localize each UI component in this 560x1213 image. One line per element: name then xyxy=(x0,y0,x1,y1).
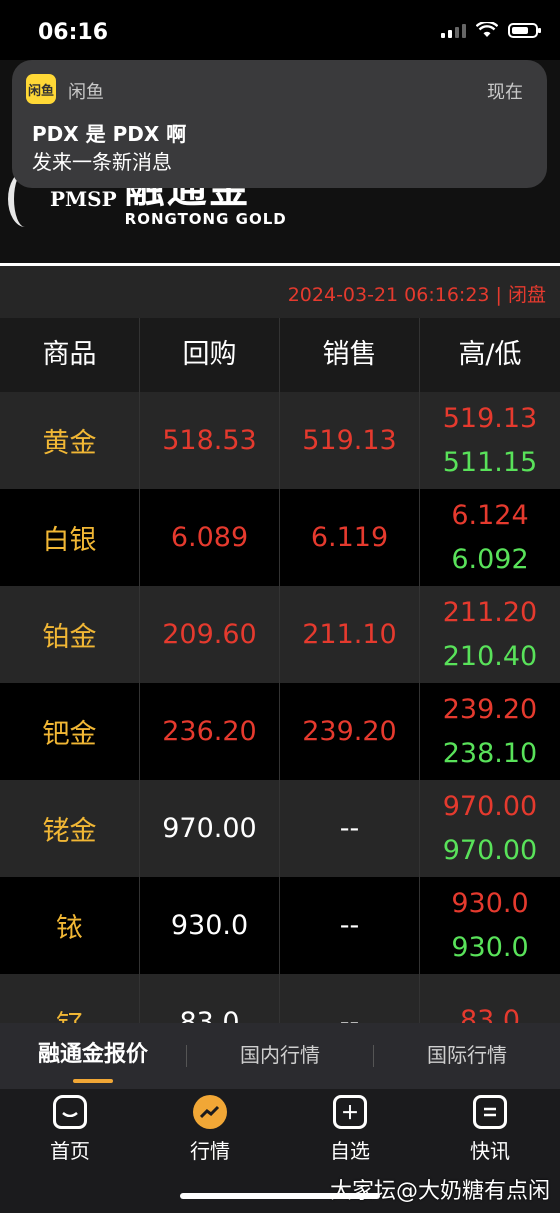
price-table-body[interactable]: 黄金 518.53 519.13 519.13 511.15 白银 6.089 6… xyxy=(0,392,560,1071)
buyback-price: 930.0 xyxy=(140,877,280,974)
sell-price: -- xyxy=(280,780,420,877)
tab-domestic-market[interactable]: 国内行情 xyxy=(187,1023,373,1089)
low-price: 511.15 xyxy=(442,446,538,478)
product-name: 铱 xyxy=(0,877,140,974)
buyback-price: 6.089 xyxy=(140,489,280,586)
low-price: 210.40 xyxy=(442,640,538,672)
table-row[interactable]: 黄金 518.53 519.13 519.13 511.15 xyxy=(0,392,560,489)
nav-home[interactable]: 首页 xyxy=(0,1089,140,1213)
header-high-low: 高/低 xyxy=(458,339,522,370)
status-icons xyxy=(441,22,541,38)
battery-icon xyxy=(508,22,541,38)
add-watchlist-icon: ＋ xyxy=(333,1095,367,1129)
notification-body: 发来一条新消息 xyxy=(32,150,172,174)
header-buyback: 回购 xyxy=(140,318,280,392)
notification-banner[interactable]: 闲鱼 闲鱼 现在 PDX 是 PDX 啊 发来一条新消息 xyxy=(12,60,547,188)
status-bar: 06:16 xyxy=(0,0,560,60)
product-name: 铑金 xyxy=(0,780,140,877)
table-row[interactable]: 铑金 970.00 -- 970.00 970.00 xyxy=(0,780,560,877)
high-price: 239.20 xyxy=(442,693,538,725)
table-row[interactable]: 白银 6.089 6.119 6.124 6.092 xyxy=(0,489,560,586)
status-time: 06:16 xyxy=(38,20,109,45)
header-sell: 销售 xyxy=(280,318,420,392)
notification-app-name: 闲鱼 xyxy=(68,82,104,103)
high-price: 211.20 xyxy=(442,596,538,628)
table-row[interactable]: 铂金 209.60 211.10 211.20 210.40 xyxy=(0,586,560,683)
notification-title: PDX 是 PDX 啊 xyxy=(32,122,187,146)
product-name: 黄金 xyxy=(0,392,140,489)
product-name: 铂金 xyxy=(0,586,140,683)
high-price: 519.13 xyxy=(442,402,538,434)
brand-abbr: PMSP xyxy=(50,187,117,211)
product-name: 白银 xyxy=(0,489,140,586)
update-timestamp: 2024-03-21 06:16:23 | 闭盘 xyxy=(287,284,546,306)
buyback-price: 970.00 xyxy=(140,780,280,877)
notification-time: 现在 xyxy=(487,82,523,103)
high-price: 6.124 xyxy=(451,499,529,531)
high-price: 970.00 xyxy=(442,790,538,822)
low-price: 238.10 xyxy=(442,737,538,769)
sell-price: 239.20 xyxy=(280,683,420,780)
table-row[interactable]: 钯金 236.20 239.20 239.20 238.10 xyxy=(0,683,560,780)
brand-english-name: RONGTONG GOLD xyxy=(124,210,287,228)
nav-market-label: 行情 xyxy=(190,1139,230,1163)
tab-international-market[interactable]: 国际行情 xyxy=(374,1023,560,1089)
tab-rongtong-quote[interactable]: 融通金报价 xyxy=(0,1023,186,1089)
update-time-bar: 2024-03-21 06:16:23 | 闭盘 xyxy=(0,266,560,318)
nav-watchlist-label: 自选 xyxy=(330,1139,370,1163)
buyback-price: 209.60 xyxy=(140,586,280,683)
low-price: 930.0 xyxy=(451,931,529,963)
price-table-header: 商品 回购 销售 高/低 xyxy=(0,318,560,392)
sell-price: 6.119 xyxy=(280,489,420,586)
nav-home-label: 首页 xyxy=(50,1139,90,1163)
product-name: 钯金 xyxy=(0,683,140,780)
cellular-signal-icon xyxy=(441,22,466,38)
nav-news-label: 快讯 xyxy=(470,1139,510,1163)
xianyu-app-icon: 闲鱼 xyxy=(26,74,56,104)
home-icon xyxy=(53,1095,87,1129)
low-price: 970.00 xyxy=(442,834,538,866)
table-row[interactable]: 铱 930.0 -- 930.0 930.0 xyxy=(0,877,560,974)
sell-price: 519.13 xyxy=(280,392,420,489)
low-price: 6.092 xyxy=(451,543,529,575)
news-flash-icon xyxy=(473,1095,507,1129)
sell-price: -- xyxy=(280,877,420,974)
buyback-price: 236.20 xyxy=(140,683,280,780)
watermark: 大家坛@大奶糖有点闲 xyxy=(329,1179,550,1204)
header-product: 商品 xyxy=(0,318,140,392)
wifi-icon xyxy=(476,22,498,37)
high-price: 930.0 xyxy=(451,887,529,919)
market-trend-icon xyxy=(193,1095,227,1129)
sell-price: 211.10 xyxy=(280,586,420,683)
buyback-price: 518.53 xyxy=(140,392,280,489)
quote-sub-tabs: 融通金报价 国内行情 国际行情 xyxy=(0,1023,560,1089)
home-indicator[interactable] xyxy=(180,1193,380,1199)
